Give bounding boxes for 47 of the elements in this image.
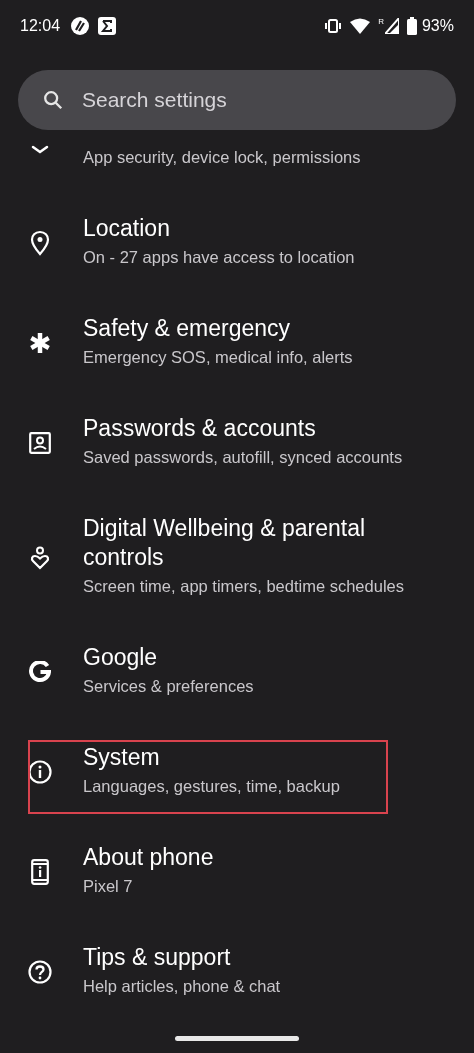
item-subtitle: Screen time, app timers, bedtime schedules xyxy=(83,576,405,597)
settings-item[interactable]: Tips & support Help articles, phone & chat xyxy=(0,922,474,1022)
google-g-icon xyxy=(29,661,51,683)
asterisk-icon xyxy=(29,332,51,354)
item-subtitle: Emergency SOS, medical info, alerts xyxy=(83,347,354,368)
item-title: Safety & emergency xyxy=(83,314,292,343)
item-subtitle: On - 27 apps have access to location xyxy=(83,247,356,268)
wifi-icon xyxy=(350,18,371,34)
settings-item[interactable]: Passwords & accounts Saved passwords, autofill, synced accounts xyxy=(0,393,474,493)
location-pin-icon xyxy=(30,230,50,256)
phone-info-icon xyxy=(31,859,49,885)
clock-time: 12:04 xyxy=(20,17,61,35)
battery-icon xyxy=(406,17,417,35)
search-field[interactable]: Search settings xyxy=(18,70,456,130)
search-icon xyxy=(42,89,64,111)
gesture-handle[interactable] xyxy=(175,1036,299,1041)
item-title: System xyxy=(83,743,161,772)
person-heart-icon xyxy=(30,545,50,570)
settings-item[interactable]: Google Services & preferences xyxy=(0,622,474,722)
app-notification-icon xyxy=(70,16,91,36)
item-subtitle: Pixel 7 xyxy=(83,876,134,897)
sigma-icon xyxy=(98,17,117,35)
vibrate-icon xyxy=(324,19,343,33)
roaming-mark: R xyxy=(378,18,384,26)
help-icon xyxy=(28,960,52,984)
item-title: Passwords & accounts xyxy=(83,414,317,443)
signal-icon xyxy=(384,18,399,34)
settings-item[interactable]: Safety & emergency Emergency SOS, medical info, alerts xyxy=(0,293,474,393)
settings-item[interactable]: Digital Wellbeing & parental controls Screen time, app timers, bedtime schedules xyxy=(0,493,474,622)
item-subtitle: Help articles, phone & chat xyxy=(83,976,282,997)
item-title: Tips & support xyxy=(83,943,232,972)
item-title: Digital Wellbeing & parental controls xyxy=(83,514,367,572)
item-title: About phone xyxy=(83,843,215,872)
settings-item[interactable]: Location On - 27 apps have access to location xyxy=(0,193,474,293)
settings-item[interactable]: App security, device lock, permissions xyxy=(0,143,474,193)
item-title: Google xyxy=(83,643,159,672)
settings-item[interactable]: System Languages, gestures, time, backup xyxy=(0,722,474,822)
settings-item[interactable]: About phone Pixel 7 xyxy=(0,822,474,922)
info-icon xyxy=(28,760,52,784)
item-title: Location xyxy=(83,214,171,243)
account-box-icon xyxy=(29,432,51,454)
item-subtitle: Languages, gestures, time, backup xyxy=(83,776,341,797)
item-subtitle: App security, device lock, permissions xyxy=(83,147,362,168)
item-subtitle: Services & preferences xyxy=(83,676,255,697)
item-subtitle: Saved passwords, autofill, synced accounts xyxy=(83,447,404,468)
chevron-icon xyxy=(30,145,50,155)
battery-percent: 93% xyxy=(421,17,454,35)
